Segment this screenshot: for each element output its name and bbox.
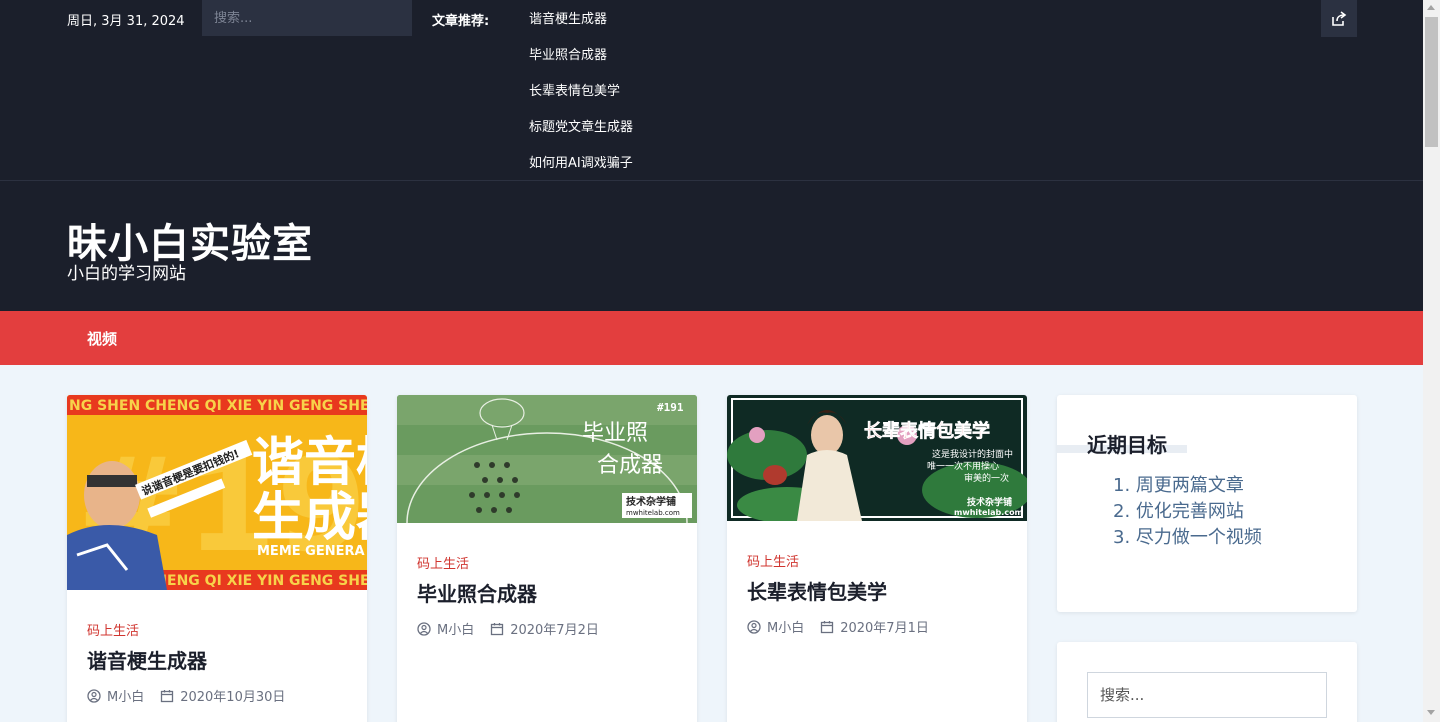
post-meta: M小白 2020年7月1日 [747, 617, 1007, 636]
search-widget [1057, 642, 1357, 722]
recommend-link[interactable]: 毕业照合成器 [529, 48, 607, 63]
post-thumbnail[interactable]: #191 毕业照 合成器 技术杂学铺 mwhitelab.com [397, 395, 697, 523]
thumb-caption: 这是我设计的封面中 [932, 448, 1013, 460]
nav-item-video[interactable]: 视频 [87, 328, 117, 349]
share-icon [1332, 10, 1347, 26]
thumb-text: 毕业照 [582, 421, 648, 446]
calendar-icon [820, 620, 834, 634]
recommend-label: 文章推荐: [432, 14, 490, 29]
thumb-number: #191 [657, 401, 684, 414]
recommend-list: 谐音梗生成器 毕业照合成器 长辈表情包美学 标题党文章生成器 如何用AI调戏骗子 [529, 0, 633, 180]
thumb-text: 长辈表情包美学 [864, 420, 990, 442]
post-meta: M小白 2020年7月2日 [417, 619, 677, 638]
thumb-caption: 唯一一次不用操心 [927, 460, 999, 472]
post-title[interactable]: 毕业照合成器 [417, 578, 677, 607]
thumb-big-text: 生成器 [252, 488, 367, 548]
scroll-up-arrow-icon[interactable] [1427, 5, 1435, 10]
goals-list: 1. 周更两篇文章 2. 优化完善网站 3. 尽力做一个视频 [1113, 473, 1262, 551]
post-meta: M小白 2020年10月30日 [87, 686, 347, 705]
post-category[interactable]: 码上生活 [87, 620, 347, 639]
post-card: NG SHEN CHENG QI XIE YIN GENG SHEN NG SH… [67, 395, 367, 722]
post-author[interactable]: M小白 [437, 619, 474, 638]
calendar-icon [490, 622, 504, 636]
thumb-sub-text: MEME GENERA [257, 544, 365, 559]
post-category[interactable]: 码上生活 [747, 551, 1007, 570]
thumb-big-text: 谐音梗 [252, 433, 367, 493]
recommend-link[interactable]: 长辈表情包美学 [529, 84, 620, 99]
post-date[interactable]: 2020年7月2日 [510, 619, 599, 638]
thumb-site: mwhitelab.com [626, 509, 680, 517]
list-item: 1. 周更两篇文章 [1113, 475, 1244, 496]
list-item: 3. 尽力做一个视频 [1113, 527, 1262, 548]
thumb-text: 合成器 [597, 453, 663, 478]
post-card: 长辈表情包美学 这是我设计的封面中 唯一一次不用操心 审美的一次 技术杂学铺 m… [727, 395, 1027, 722]
post-category[interactable]: 码上生活 [417, 553, 677, 572]
sidebar-search-input[interactable] [1087, 672, 1327, 718]
list-item: 2. 优化完善网站 [1113, 501, 1244, 522]
recommend-link[interactable]: 谐音梗生成器 [529, 12, 607, 27]
post-title[interactable]: 长辈表情包美学 [747, 576, 1007, 605]
post-thumbnail-image: 长辈表情包美学 这是我设计的封面中 唯一一次不用操心 审美的一次 技术杂学铺 m… [727, 395, 1027, 521]
thumb-site: mwhitelab.com [954, 508, 1023, 517]
calendar-icon [160, 689, 174, 703]
site-header: 昧小白实验室 小白的学习网站 [0, 181, 1423, 311]
thumb-badge: 技术杂学铺 [626, 495, 676, 508]
scrollbar[interactable] [1423, 0, 1440, 722]
post-thumbnail-image: NG SHEN CHENG QI XIE YIN GENG SHEN NG SH… [67, 395, 367, 590]
top-search-input[interactable] [202, 0, 412, 36]
user-circle-icon [87, 688, 101, 703]
recommend-link[interactable]: 如何用AI调戏骗子 [529, 156, 633, 171]
post-thumbnail[interactable]: NG SHEN CHENG QI XIE YIN GENG SHEN NG SH… [67, 395, 367, 590]
thumb-caption: 审美的一次 [964, 472, 1009, 484]
thumb-band-text: NG SHEN CHENG QI XIE YIN GENG SHEN [69, 398, 367, 414]
post-author[interactable]: M小白 [107, 686, 144, 705]
post-date[interactable]: 2020年10月30日 [180, 686, 285, 705]
site-tagline: 小白的学习网站 [67, 264, 186, 284]
post-title[interactable]: 谐音梗生成器 [87, 645, 347, 674]
scroll-down-arrow-icon[interactable] [1427, 710, 1435, 715]
share-button[interactable] [1321, 0, 1357, 37]
current-date: 周日, 3月 31, 2024 [67, 14, 185, 29]
post-card: #191 毕业照 合成器 技术杂学铺 mwhitelab.com 码上生活 毕业… [397, 395, 697, 722]
thumb-badge: 技术杂学铺 [967, 496, 1012, 508]
post-author[interactable]: M小白 [767, 617, 804, 636]
scrollbar-thumb[interactable] [1425, 17, 1438, 147]
widget-title: 近期目标 [1087, 433, 1167, 457]
user-circle-icon [417, 621, 431, 636]
post-thumbnail-image: #191 毕业照 合成器 技术杂学铺 mwhitelab.com [397, 395, 697, 523]
user-circle-icon [747, 619, 761, 634]
goals-widget: 近期目标 1. 周更两篇文章 2. 优化完善网站 3. 尽力做一个视频 [1057, 395, 1357, 612]
post-thumbnail[interactable]: 长辈表情包美学 这是我设计的封面中 唯一一次不用操心 审美的一次 技术杂学铺 m… [727, 395, 1027, 521]
post-date[interactable]: 2020年7月1日 [840, 617, 929, 636]
top-bar: 周日, 3月 31, 2024 文章推荐: 谐音梗生成器 毕业照合成器 长辈表情… [0, 0, 1423, 181]
recommend-link[interactable]: 标题党文章生成器 [529, 120, 633, 135]
main-nav: 视频 [0, 311, 1423, 365]
